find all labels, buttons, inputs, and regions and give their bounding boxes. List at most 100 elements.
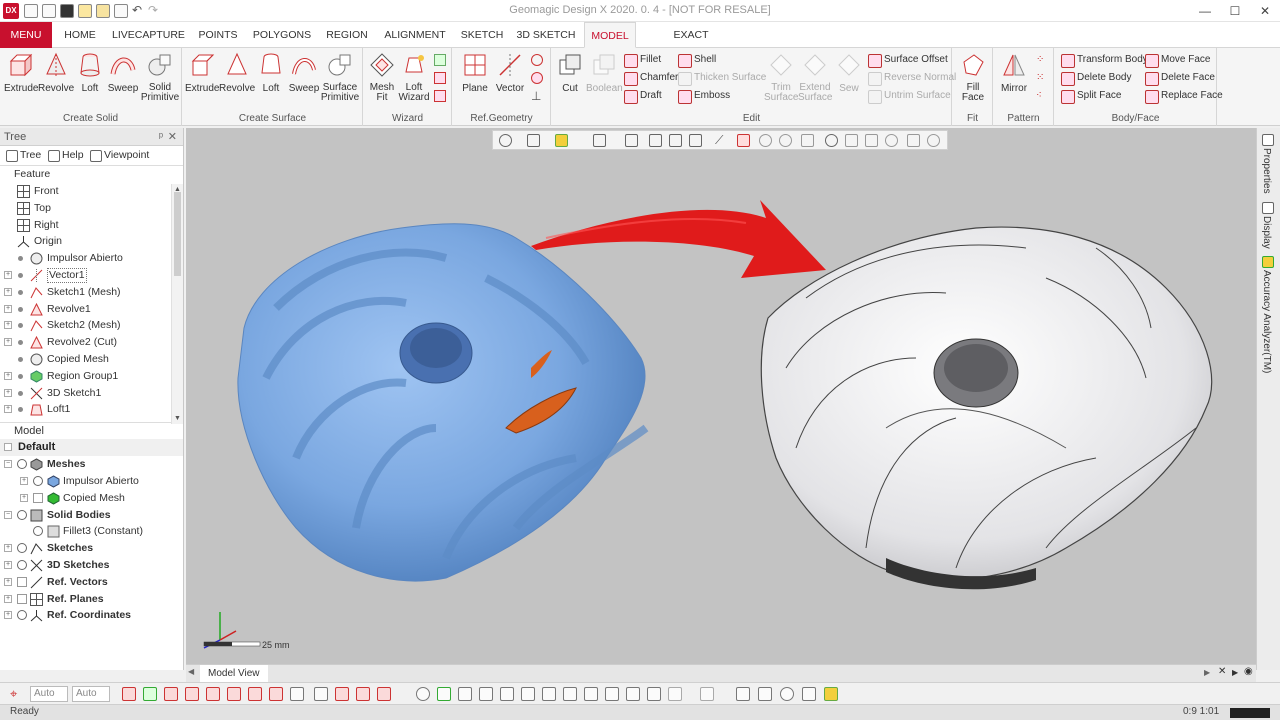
expand-icon[interactable]: + bbox=[4, 611, 12, 620]
filter-icon-9[interactable] bbox=[290, 687, 304, 701]
delete-body-button[interactable]: Delete Body bbox=[1061, 70, 1131, 86]
hidden-checkbox-icon[interactable] bbox=[17, 576, 27, 587]
feature-scrollbar[interactable]: ▲ ▼ bbox=[171, 184, 183, 424]
model-item-ref-vectors[interactable]: + Ref. Vectors bbox=[0, 574, 183, 591]
surface-primitive-button[interactable]: Surface Primitive bbox=[319, 52, 361, 103]
tab-sketch[interactable]: SKETCH bbox=[458, 22, 506, 48]
hidden-checkbox-icon[interactable] bbox=[33, 492, 43, 503]
split-face-button[interactable]: Split Face bbox=[1061, 88, 1121, 104]
auto-select-1[interactable]: Auto bbox=[30, 686, 68, 702]
revolve-surface-button[interactable]: Revolve bbox=[219, 52, 255, 94]
model-item-meshes[interactable]: − Meshes bbox=[0, 456, 183, 473]
save-icon[interactable] bbox=[60, 4, 74, 18]
deviation-icon[interactable] bbox=[758, 687, 772, 701]
new-file-icon[interactable] bbox=[24, 4, 38, 18]
revolve-solid-button[interactable]: Revolve bbox=[38, 52, 74, 94]
tab-region[interactable]: REGION bbox=[322, 22, 372, 48]
filter-icon-8[interactable] bbox=[269, 687, 283, 701]
axis-icon[interactable]: ⊥ bbox=[531, 90, 543, 102]
tree-item-revolve1[interactable]: + Revolve1 bbox=[0, 301, 183, 318]
snap-icon-4[interactable] bbox=[479, 687, 493, 701]
model-item-ref-planes[interactable]: + Ref. Planes bbox=[0, 591, 183, 608]
model-item-solid-bodies[interactable]: − Solid Bodies bbox=[0, 507, 183, 524]
visibility-dot-icon[interactable] bbox=[18, 272, 23, 278]
extend-surface-button[interactable]: Extend Surface bbox=[798, 52, 832, 103]
layer-icon[interactable] bbox=[700, 687, 714, 701]
tab-viewpoint[interactable]: Viewpoint bbox=[90, 149, 149, 162]
sew-button[interactable]: Sew bbox=[834, 52, 864, 94]
draft-button[interactable]: Draft bbox=[624, 88, 662, 104]
visibility-dot-icon[interactable] bbox=[18, 306, 23, 312]
thicken-surface-button[interactable]: Thicken Surface bbox=[678, 70, 766, 86]
default-checkbox[interactable] bbox=[4, 443, 12, 452]
visibility-dot-icon[interactable] bbox=[18, 407, 23, 413]
filter-icon-5[interactable] bbox=[206, 687, 220, 701]
coordinate-icon[interactable] bbox=[531, 72, 543, 84]
reverse-normal-button[interactable]: Reverse Normal bbox=[868, 70, 956, 86]
tab-menu[interactable]: MENU bbox=[0, 22, 52, 48]
snap-icon-3[interactable] bbox=[458, 687, 472, 701]
fill-face-button[interactable]: Fill Face bbox=[955, 52, 991, 103]
expand-icon[interactable]: + bbox=[4, 405, 12, 414]
untrim-surface-button[interactable]: Untrim Surface bbox=[868, 88, 951, 104]
expand-icon[interactable]: + bbox=[4, 321, 12, 330]
tab-livecapture[interactable]: LIVECAPTURE bbox=[112, 22, 185, 48]
crosshair-icon[interactable]: ⌖ bbox=[10, 687, 24, 701]
expand-icon[interactable]: + bbox=[20, 493, 28, 502]
default-row[interactable]: Default bbox=[0, 439, 183, 457]
tab-alignment[interactable]: ALIGNMENT bbox=[382, 22, 448, 48]
transform-body-button[interactable]: Transform Body bbox=[1061, 52, 1148, 68]
redo-icon[interactable]: ↷ bbox=[148, 4, 162, 18]
filter-icon-3[interactable] bbox=[164, 687, 178, 701]
wizard-small-icon-1[interactable] bbox=[434, 54, 446, 66]
scanned-mesh-impeller[interactable] bbox=[237, 223, 649, 582]
loft-solid-button[interactable]: Loft bbox=[76, 52, 104, 94]
extrude-surface-button[interactable]: Extrude bbox=[185, 52, 219, 94]
tree-item-sketch1[interactable]: + Sketch1 (Mesh) bbox=[0, 284, 183, 301]
filter-icon-11[interactable] bbox=[335, 687, 349, 701]
snap-icon-9[interactable] bbox=[584, 687, 598, 701]
sweep-surface-button[interactable]: Sweep bbox=[287, 52, 321, 94]
expand-icon[interactable]: + bbox=[20, 476, 28, 485]
boolean-button[interactable]: Boolean bbox=[586, 52, 623, 94]
tab-3d-sketch[interactable]: 3D SKETCH bbox=[516, 22, 576, 48]
model-item-ref-coordinates[interactable]: + Ref. Coordinates bbox=[0, 607, 183, 624]
tree-item-top[interactable]: Top bbox=[0, 200, 183, 217]
solid-primitive-button[interactable]: Solid Primitive bbox=[140, 52, 180, 103]
move-face-button[interactable]: Move Face bbox=[1145, 52, 1210, 68]
surface-offset-button[interactable]: Surface Offset bbox=[868, 52, 948, 68]
tree-item-revolve2[interactable]: + Revolve2 (Cut) bbox=[0, 334, 183, 351]
filter-icon-13[interactable] bbox=[377, 687, 391, 701]
pin-icon[interactable]: ᵖ bbox=[159, 128, 163, 146]
expand-icon[interactable]: + bbox=[4, 270, 12, 279]
replace-face-button[interactable]: Replace Face bbox=[1145, 88, 1223, 104]
snap-icon-8[interactable] bbox=[563, 687, 577, 701]
tab-polygons[interactable]: POLYGONS bbox=[252, 22, 312, 48]
wizard-small-icon-2[interactable] bbox=[434, 72, 446, 84]
mesh-fit-button[interactable]: Mesh Fit bbox=[366, 52, 398, 103]
tab-model[interactable]: MODEL bbox=[584, 22, 636, 48]
circular-pattern-icon[interactable]: ⁙ bbox=[1036, 72, 1048, 84]
app-logo-icon[interactable]: DX bbox=[3, 3, 19, 19]
eye-icon[interactable] bbox=[17, 559, 27, 570]
properties-dock-tab[interactable]: Properties bbox=[1261, 148, 1272, 194]
filter-icon-12[interactable] bbox=[356, 687, 370, 701]
solid-cad-impeller[interactable] bbox=[760, 226, 1213, 590]
curve-pattern-icon[interactable]: ⁖ bbox=[1036, 90, 1048, 102]
import-icon[interactable] bbox=[78, 4, 92, 18]
eye-icon[interactable] bbox=[17, 610, 27, 621]
delete-face-button[interactable]: Delete Face bbox=[1145, 70, 1215, 86]
model-view-tab[interactable]: Model View bbox=[200, 665, 268, 682]
loft-surface-button[interactable]: Loft bbox=[257, 52, 285, 94]
scroll-thumb[interactable] bbox=[174, 192, 181, 276]
model-item-sketches[interactable]: + Sketches bbox=[0, 540, 183, 557]
model-item-3d-sketches[interactable]: + 3D Sketches bbox=[0, 557, 183, 574]
expand-icon[interactable]: + bbox=[4, 371, 12, 380]
point-icon[interactable] bbox=[531, 54, 543, 66]
snap-icon-6[interactable] bbox=[521, 687, 535, 701]
accuracy-analyzer-dock-tab[interactable]: Accuracy Analyzer(TM) bbox=[1261, 270, 1272, 373]
expand-icon[interactable]: + bbox=[4, 338, 12, 347]
expand-icon[interactable]: + bbox=[4, 594, 12, 603]
properties-icon[interactable] bbox=[1262, 134, 1274, 146]
eye-icon[interactable] bbox=[33, 475, 43, 486]
